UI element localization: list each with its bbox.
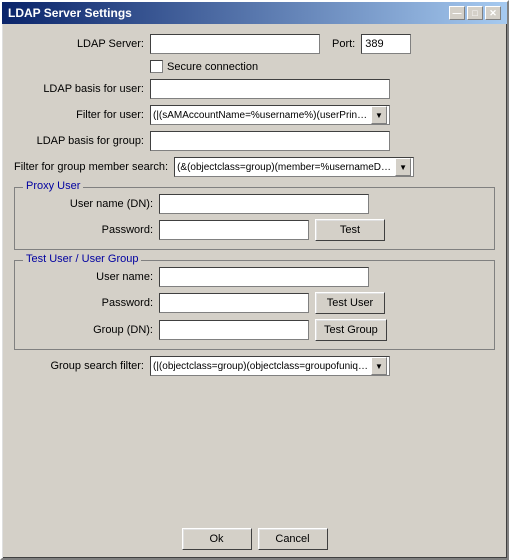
footer: Ok Cancel bbox=[2, 522, 507, 558]
ldap-settings-window: LDAP Server Settings — □ ✕ LDAP Server: … bbox=[0, 0, 509, 560]
filter-user-value: (|(sAMAccountName=%username%)(userPrinci… bbox=[153, 110, 371, 121]
group-search-label: Group search filter: bbox=[14, 360, 144, 372]
ldap-basis-group-label: LDAP basis for group: bbox=[14, 135, 144, 147]
window-title: LDAP Server Settings bbox=[8, 6, 132, 20]
ldap-server-input[interactable] bbox=[150, 34, 320, 54]
test-group-button[interactable]: Test Group bbox=[315, 319, 387, 341]
test-password-row: Password: Test User bbox=[23, 292, 486, 314]
cancel-button[interactable]: Cancel bbox=[258, 528, 328, 550]
proxy-user-section-label: Proxy User bbox=[23, 180, 83, 192]
proxy-password-label: Password: bbox=[23, 224, 153, 236]
title-bar-controls: — □ ✕ bbox=[449, 6, 501, 20]
secure-connection-checkbox[interactable] bbox=[150, 60, 163, 73]
test-password-input[interactable] bbox=[159, 293, 309, 313]
group-dn-input[interactable] bbox=[159, 320, 309, 340]
secure-connection-row: Secure connection bbox=[150, 60, 495, 73]
group-dn-row: Group (DN): Test Group bbox=[23, 319, 486, 341]
ldap-basis-user-input[interactable] bbox=[150, 79, 390, 99]
proxy-password-input[interactable] bbox=[159, 220, 309, 240]
filter-group-combo[interactable]: (&(objectclass=group)(member=%usernameDN… bbox=[174, 157, 414, 177]
test-user-section: Test User / User Group User name: Passwo… bbox=[14, 260, 495, 350]
port-label: Port: bbox=[332, 38, 355, 50]
ldap-basis-user-row: LDAP basis for user: bbox=[14, 79, 495, 99]
close-button[interactable]: ✕ bbox=[485, 6, 501, 20]
title-bar: LDAP Server Settings — □ ✕ bbox=[2, 2, 507, 24]
ok-button[interactable]: Ok bbox=[182, 528, 252, 550]
filter-user-dropdown-icon[interactable]: ▼ bbox=[371, 106, 387, 124]
ldap-basis-group-row: LDAP basis for group: bbox=[14, 131, 495, 151]
group-dn-label: Group (DN): bbox=[23, 324, 153, 336]
filter-group-dropdown-icon[interactable]: ▼ bbox=[395, 158, 411, 176]
username-dn-label: User name (DN): bbox=[23, 198, 153, 210]
test-username-label: User name: bbox=[23, 271, 153, 283]
form-content: LDAP Server: Port: Secure connection LDA… bbox=[2, 24, 507, 522]
username-dn-input[interactable] bbox=[159, 194, 369, 214]
minimize-button[interactable]: — bbox=[449, 6, 465, 20]
ldap-server-label: LDAP Server: bbox=[14, 38, 144, 50]
test-user-button[interactable]: Test User bbox=[315, 292, 385, 314]
filter-group-label: Filter for group member search: bbox=[14, 161, 168, 173]
test-user-fields: User name: Password: Test User Group (DN… bbox=[23, 267, 486, 341]
username-dn-row: User name (DN): bbox=[23, 194, 486, 214]
filter-group-row: Filter for group member search: (&(objec… bbox=[14, 157, 495, 177]
group-search-value: (|(objectclass=group)(objectclass=groupo… bbox=[153, 361, 371, 372]
test-username-row: User name: bbox=[23, 267, 486, 287]
filter-user-row: Filter for user: (|(sAMAccountName=%user… bbox=[14, 105, 495, 125]
test-user-section-label: Test User / User Group bbox=[23, 253, 141, 265]
group-search-dropdown-icon[interactable]: ▼ bbox=[371, 357, 387, 375]
port-input[interactable] bbox=[361, 34, 411, 54]
test-password-label: Password: bbox=[23, 297, 153, 309]
maximize-button[interactable]: □ bbox=[467, 6, 483, 20]
proxy-password-row: Password: Test bbox=[23, 219, 486, 241]
filter-user-label: Filter for user: bbox=[14, 109, 144, 121]
group-search-combo[interactable]: (|(objectclass=group)(objectclass=groupo… bbox=[150, 356, 390, 376]
filter-group-value: (&(objectclass=group)(member=%usernameDN… bbox=[177, 162, 395, 173]
group-search-filter-row: Group search filter: (|(objectclass=grou… bbox=[14, 356, 495, 376]
proxy-user-fields: User name (DN): Password: Test bbox=[23, 194, 486, 241]
filter-user-combo[interactable]: (|(sAMAccountName=%username%)(userPrinci… bbox=[150, 105, 390, 125]
ldap-basis-group-input[interactable] bbox=[150, 131, 390, 151]
ldap-basis-user-label: LDAP basis for user: bbox=[14, 83, 144, 95]
secure-connection-label: Secure connection bbox=[167, 61, 258, 73]
test-username-input[interactable] bbox=[159, 267, 369, 287]
proxy-user-section: Proxy User User name (DN): Password: Tes… bbox=[14, 187, 495, 250]
test-button[interactable]: Test bbox=[315, 219, 385, 241]
ldap-server-row: LDAP Server: Port: bbox=[14, 34, 495, 54]
